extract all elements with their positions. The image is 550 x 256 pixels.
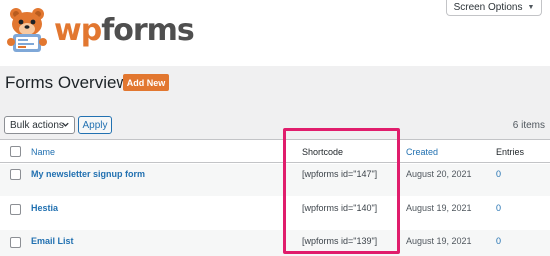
forms-table: Name Shortcode Created Entries My newsle… <box>0 139 550 256</box>
row-checkbox[interactable] <box>10 169 21 180</box>
table-row: Email List [wpforms id="139"] August 19,… <box>0 230 550 256</box>
items-count: 6 items <box>512 120 545 131</box>
entries-count-link[interactable]: 0 <box>496 236 501 246</box>
page-title: Forms Overview <box>5 73 129 92</box>
add-new-button[interactable]: Add New <box>123 74 169 91</box>
screen-options-button[interactable]: Screen Options ▼ <box>446 0 542 16</box>
screen-options-label: Screen Options <box>453 2 523 13</box>
table-row: My newsletter signup form [wpforms id="1… <box>0 164 550 196</box>
top-header: wpforms Screen Options ▼ <box>0 0 550 66</box>
form-name-link[interactable]: Email List <box>31 236 74 246</box>
apply-button[interactable]: Apply <box>78 116 112 134</box>
chevron-down-icon <box>61 120 70 131</box>
table-row: Hestia [wpforms id="140"] August 19, 202… <box>0 197 550 229</box>
logo-forms: forms <box>101 13 195 48</box>
column-header-name[interactable]: Name <box>31 147 55 157</box>
created-date: August 19, 2021 <box>406 236 472 246</box>
row-checkbox[interactable] <box>10 237 21 248</box>
logo-wp: wp <box>54 13 102 48</box>
table-header: Name Shortcode Created Entries <box>0 140 550 163</box>
entries-count-link[interactable]: 0 <box>496 169 501 179</box>
column-header-entries: Entries <box>496 147 525 157</box>
bulk-actions-select[interactable]: Bulk actions <box>4 116 75 134</box>
form-name-link[interactable]: My newsletter signup form <box>31 169 145 179</box>
created-date: August 19, 2021 <box>406 203 472 213</box>
bear-mascot-icon <box>4 4 52 61</box>
entries-count-link[interactable]: 0 <box>496 203 501 213</box>
wpforms-logo-text: wpforms <box>54 13 195 48</box>
form-name-link[interactable]: Hestia <box>31 203 58 213</box>
created-date: August 20, 2021 <box>406 169 472 179</box>
bulk-actions-label: Bulk actions <box>10 119 64 131</box>
column-header-created[interactable]: Created <box>406 147 438 157</box>
row-checkbox[interactable] <box>10 204 21 215</box>
shortcode-highlight-box <box>283 128 400 254</box>
caret-down-icon: ▼ <box>527 4 535 11</box>
select-all-checkbox[interactable] <box>10 146 21 157</box>
